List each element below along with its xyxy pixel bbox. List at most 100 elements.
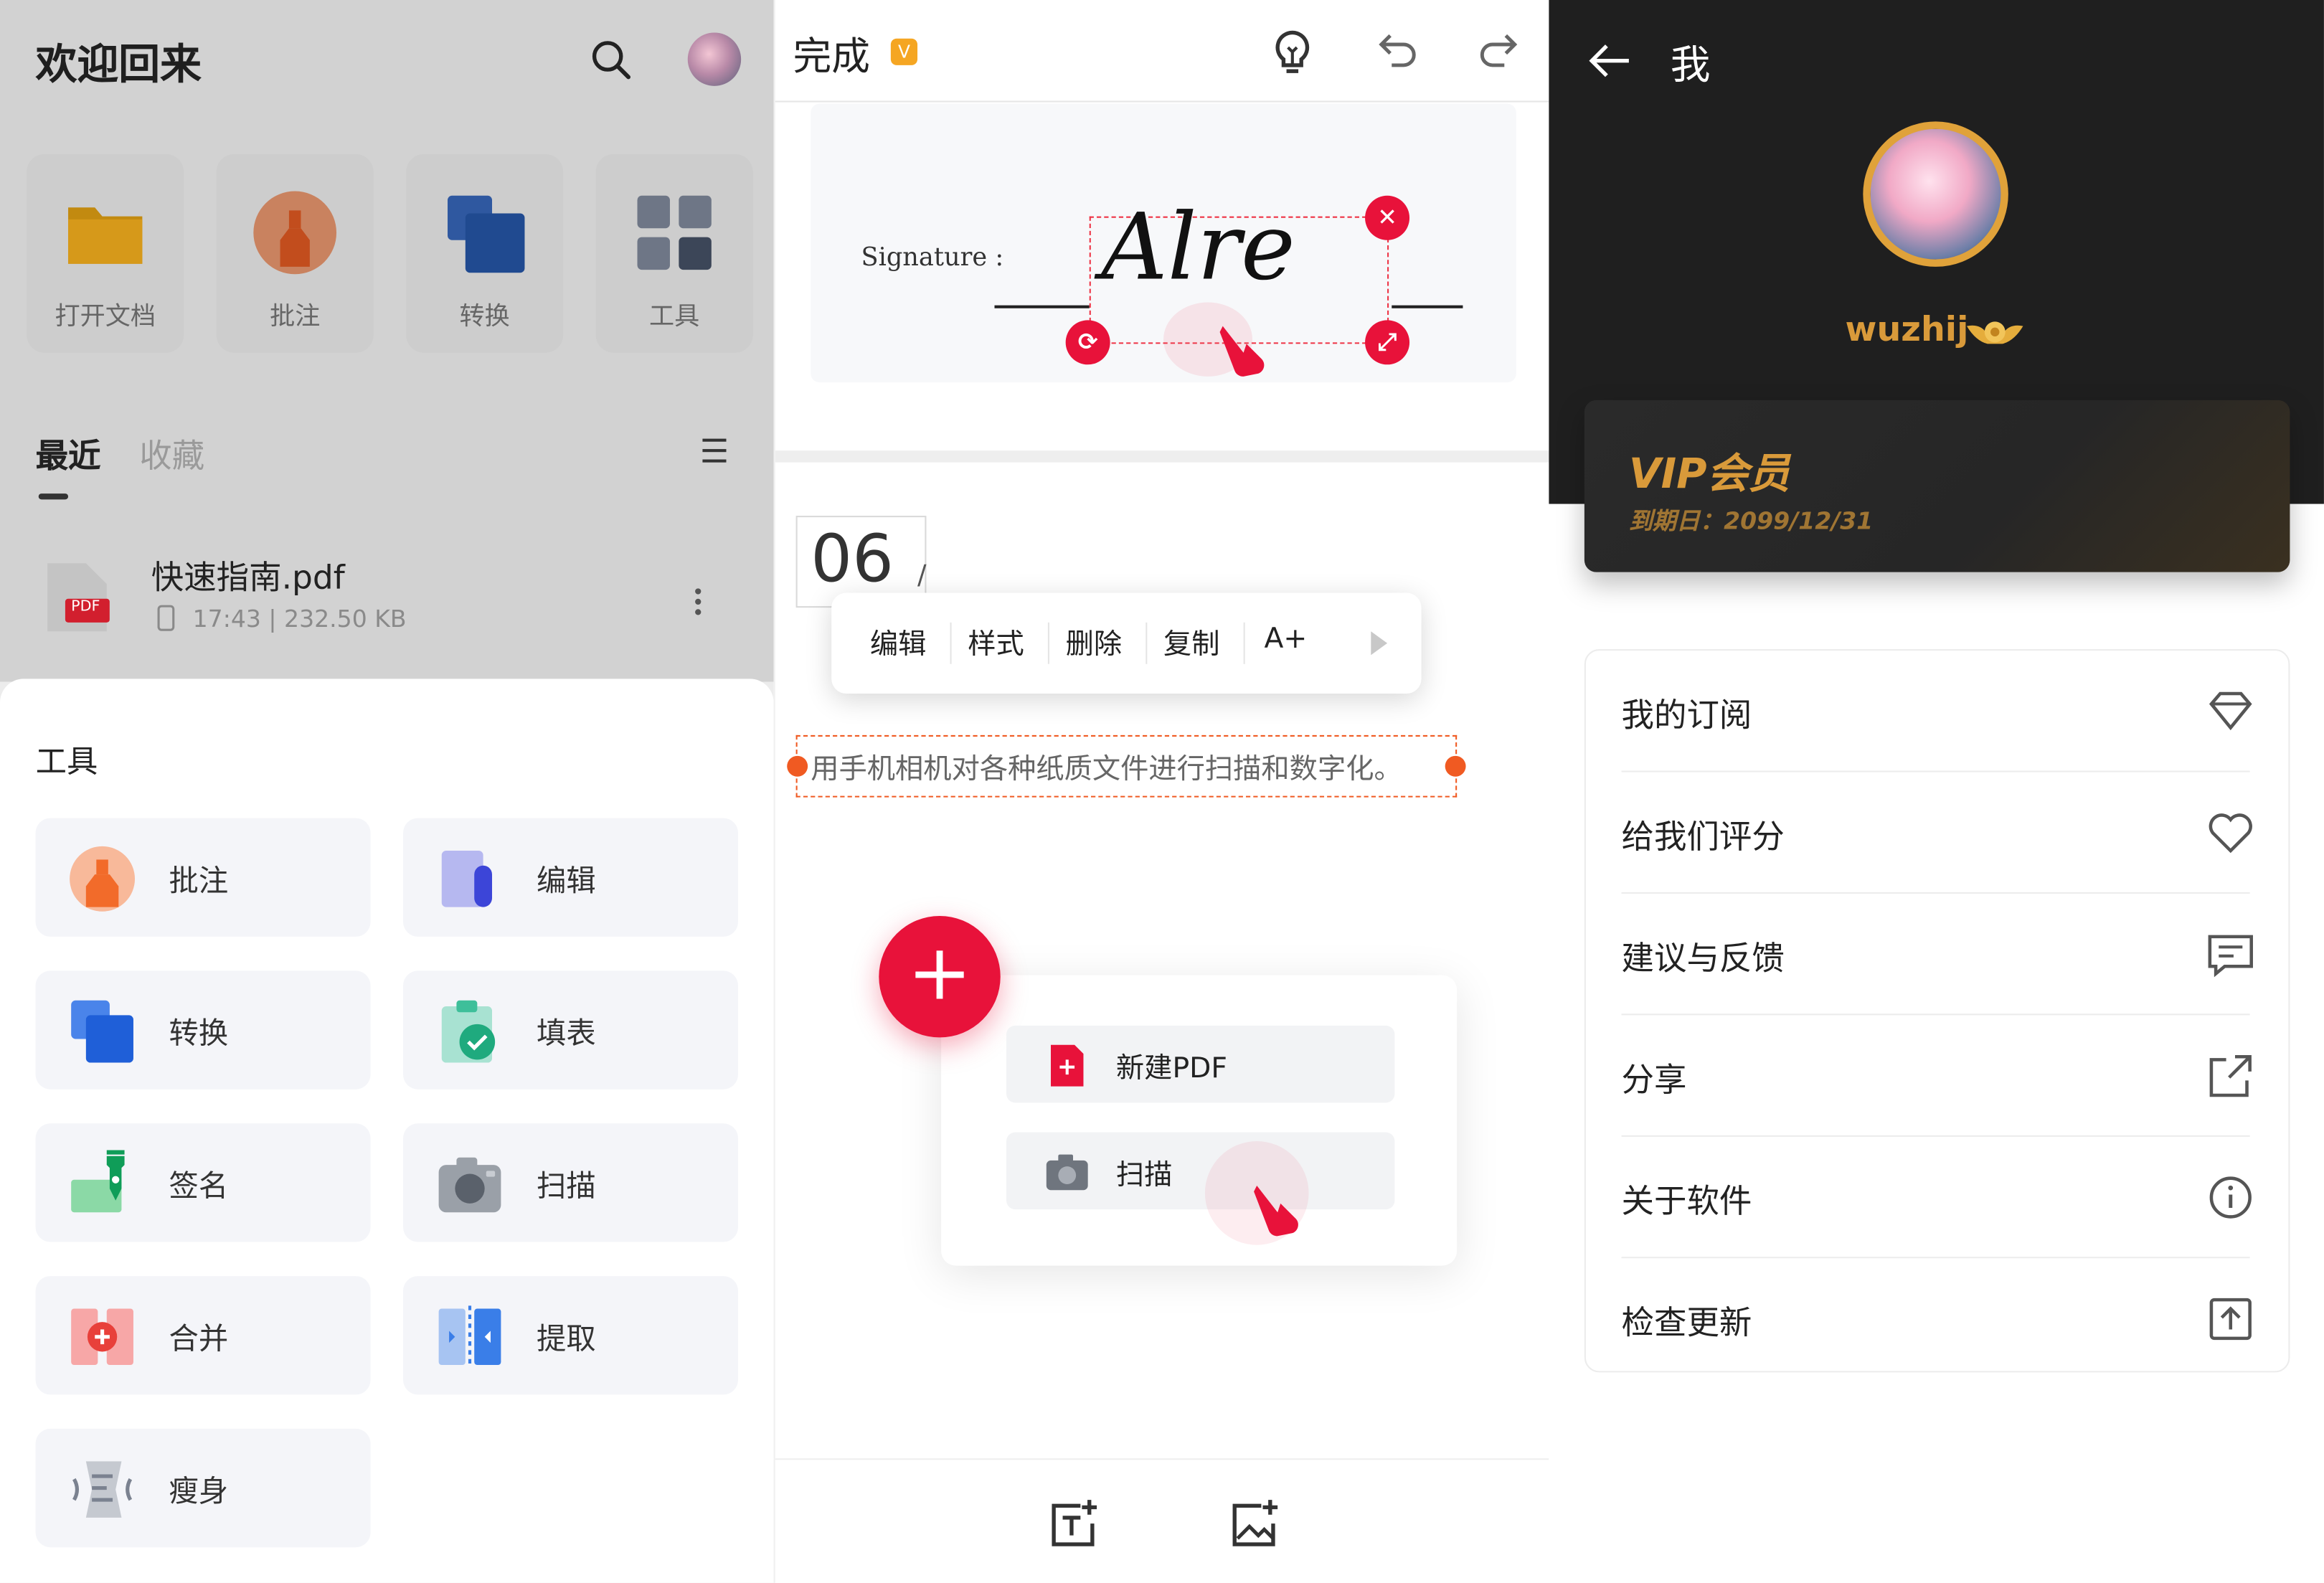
context-menu: 编辑 样式 删除 复制 A+	[831, 592, 1422, 694]
tool-label: 合并	[169, 1320, 229, 1356]
selection-handle-end[interactable]	[1445, 755, 1466, 777]
vip-crown-badge-icon	[1966, 321, 2023, 344]
add-text-icon[interactable]	[1048, 1497, 1101, 1550]
tool-label: 批注	[169, 862, 229, 899]
share-icon	[2209, 1054, 2252, 1097]
convert-icon	[448, 195, 525, 273]
menu-label: 关于软件	[1621, 1183, 1752, 1221]
header-divider	[775, 100, 1549, 103]
quick-action-tools[interactable]: 工具	[595, 153, 753, 353]
resize-handle-icon[interactable]: ⤢	[1365, 320, 1410, 365]
extract-icon	[438, 1305, 501, 1369]
tool-label: 编辑	[537, 862, 596, 899]
menu-label: 我的订阅	[1621, 698, 1752, 735]
tool-annotate[interactable]: 批注	[35, 818, 371, 937]
file-name[interactable]: 快速指南.pdf	[151, 552, 345, 599]
update-icon	[2209, 1298, 2252, 1341]
done-button[interactable]: 完成	[793, 27, 869, 81]
add-button[interactable]: +	[879, 915, 1001, 1038]
context-delete[interactable]: 删除	[1066, 623, 1123, 663]
context-more-arrow-icon[interactable]	[1371, 631, 1388, 656]
username: wuzhij	[1845, 311, 1969, 350]
folder-icon	[68, 207, 143, 264]
profile-panel: 我 wuzhij VIP会员 到期日：2099/12/31 我的订阅 给我们评分	[1549, 0, 2324, 1583]
camera-icon	[438, 1157, 501, 1213]
scan-option[interactable]: 扫描	[1006, 1132, 1395, 1245]
home-panel: 欢迎回来 打开文档 批注 转换 工具 最近 收藏 PDF 快速指南.pdf 17…	[0, 0, 774, 1583]
page-title: 欢迎回来	[35, 39, 202, 89]
active-tab-indicator	[38, 493, 69, 500]
menu-label: 建议与反馈	[1621, 941, 1785, 978]
context-separator	[1243, 622, 1245, 664]
vip-title: VIP会员	[1628, 449, 1790, 498]
menu-rate-us[interactable]: 给我们评分	[1586, 772, 2292, 894]
context-font-size[interactable]: A+	[1265, 623, 1308, 655]
vip-badge: V	[890, 38, 918, 65]
selection-handle-start[interactable]	[787, 755, 808, 777]
tool-edit[interactable]: 编辑	[403, 818, 739, 937]
new-pdf-icon	[1051, 1044, 1084, 1087]
menu-my-subscription[interactable]: 我的订阅	[1586, 651, 2292, 772]
list-view-icon[interactable]	[702, 438, 727, 463]
tool-scan[interactable]: 扫描	[403, 1123, 739, 1242]
quick-action-label: 批注	[270, 302, 321, 332]
diamond-icon	[2209, 691, 2252, 731]
back-arrow-icon[interactable]	[1587, 42, 1632, 80]
tools-bottom-sheet: 工具 批注 编辑 转换 填表 签名 扫描 合并 提取 瘦身	[0, 679, 774, 1583]
tool-merge[interactable]: 合并	[35, 1276, 371, 1395]
add-image-icon[interactable]	[1229, 1497, 1282, 1550]
quick-action-convert[interactable]: 转换	[406, 153, 564, 353]
compress-icon	[72, 1461, 133, 1518]
tab-recent[interactable]: 最近	[36, 430, 101, 477]
bottom-toolbar-divider	[775, 1458, 1549, 1460]
scan-label: 扫描	[1115, 1158, 1173, 1192]
more-vertical-icon[interactable]	[694, 587, 702, 616]
user-avatar[interactable]	[687, 32, 742, 86]
signature-handwriting[interactable]: Alre	[1101, 193, 1295, 301]
menu-about[interactable]: 关于软件	[1586, 1137, 2292, 1259]
annotate-icon	[253, 191, 337, 275]
menu-check-update[interactable]: 检查更新	[1586, 1258, 2292, 1379]
merge-icon	[71, 1308, 133, 1366]
edit-icon	[441, 851, 493, 907]
context-separator	[1146, 622, 1148, 664]
tool-convert[interactable]: 转换	[35, 970, 371, 1090]
pointer-hand-icon	[1219, 326, 1265, 377]
context-copy[interactable]: 复制	[1163, 623, 1220, 663]
signature-line-left	[994, 305, 1090, 308]
profile-avatar[interactable]	[1863, 121, 2008, 267]
context-edit[interactable]: 编辑	[870, 623, 927, 663]
new-pdf-option[interactable]: 新建PDF	[1006, 1025, 1395, 1103]
phone-icon	[157, 605, 175, 631]
message-icon	[2208, 935, 2253, 978]
quick-action-open-document[interactable]: 打开文档	[27, 153, 184, 353]
search-icon[interactable]	[590, 39, 631, 80]
menu-share[interactable]: 分享	[1586, 1015, 2292, 1137]
tool-label: 瘦身	[169, 1473, 229, 1509]
redo-icon[interactable]	[1475, 27, 1525, 77]
pdf-badge: PDF	[71, 598, 100, 615]
tool-label: 填表	[537, 1015, 596, 1052]
undo-icon[interactable]	[1371, 27, 1421, 77]
screenshot-root: 欢迎回来 打开文档 批注 转换 工具 最近 收藏 PDF 快速指南.pdf 17…	[0, 0, 2324, 1583]
rotate-handle-icon[interactable]: ⟳	[1065, 320, 1110, 365]
pdf-file-icon[interactable]	[44, 560, 110, 634]
delete-handle-icon[interactable]: ✕	[1365, 195, 1410, 240]
context-style[interactable]: 样式	[968, 623, 1024, 663]
selected-text[interactable]: 用手机相机对各种纸质文件进行扫描和数字化。	[811, 747, 1402, 787]
quick-action-annotate[interactable]: 批注	[216, 153, 374, 353]
signature-line-right	[1392, 305, 1463, 308]
menu-feedback[interactable]: 建议与反馈	[1586, 894, 2292, 1016]
tool-compress[interactable]: 瘦身	[35, 1428, 371, 1548]
signature-icon	[71, 1150, 125, 1213]
tools-grid-icon	[637, 195, 712, 270]
vip-membership-card[interactable]: VIP会员 到期日：2099/12/31	[1584, 400, 2290, 572]
heart-icon	[2209, 813, 2252, 854]
tool-extract[interactable]: 提取	[403, 1276, 739, 1395]
tool-fill-form[interactable]: 填表	[403, 970, 739, 1090]
tool-signature[interactable]: 签名	[35, 1123, 371, 1242]
page-title: 我	[1670, 42, 1711, 89]
lightbulb-icon[interactable]	[1267, 27, 1318, 77]
tab-favorites[interactable]: 收藏	[139, 430, 204, 477]
fill-form-icon	[441, 1000, 496, 1063]
